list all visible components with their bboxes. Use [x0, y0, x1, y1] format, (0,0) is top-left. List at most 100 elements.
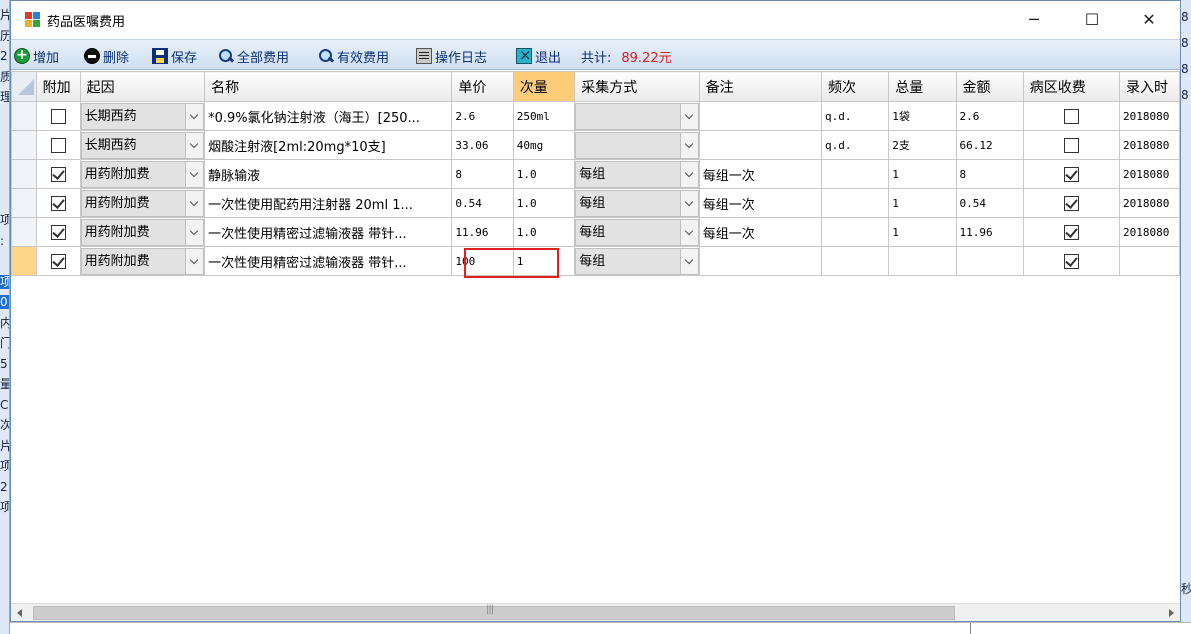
- price-cell[interactable]: 8: [451, 159, 514, 189]
- name-cell[interactable]: 一次性使用精密过滤输液器 带针...: [204, 217, 453, 247]
- entry-time-cell[interactable]: 2018080: [1119, 130, 1180, 160]
- addon-checkbox[interactable]: [50, 224, 66, 240]
- name-cell[interactable]: 一次性使用精密过滤输液器 带针...: [204, 246, 453, 276]
- dose-cell[interactable]: 40mg: [512, 130, 576, 160]
- dose-cell[interactable]: 1.0: [512, 217, 576, 247]
- addon-checkbox[interactable]: [50, 137, 66, 153]
- column-header-cause[interactable]: 起因: [79, 71, 206, 102]
- amount-cell[interactable]: 0.54: [955, 188, 1024, 218]
- scroll-left-icon[interactable]: [11, 604, 29, 622]
- table-row[interactable]: 长期西药 烟酸注射液[2ml:20mg*10支] 33.06 40mg q.d. 2支 66…: [11, 130, 1180, 160]
- table-row[interactable]: 长期西药 *0.9%氯化钠注射液（海王）[250... 2.6 250ml q.d. 1袋…: [11, 101, 1180, 131]
- delete-button[interactable]: 删除: [84, 46, 129, 66]
- table-row[interactable]: 用药附加费 静脉输液 8 1.0 每组 每组一次 1 8 2018080: [11, 159, 1180, 189]
- addon-checkbox[interactable]: [50, 195, 66, 211]
- frequency-cell[interactable]: [820, 159, 890, 189]
- chevron-down-icon[interactable]: [679, 103, 698, 129]
- name-cell[interactable]: 静脉输液: [204, 159, 453, 189]
- collection-method-dropdown[interactable]: [575, 102, 699, 130]
- note-cell[interactable]: [698, 130, 822, 160]
- total-cell[interactable]: 1: [888, 159, 957, 189]
- frequency-cell[interactable]: [820, 217, 890, 247]
- note-cell[interactable]: 每组一次: [698, 217, 822, 247]
- cause-dropdown[interactable]: 长期西药: [81, 131, 204, 159]
- cause-dropdown[interactable]: 用药附加费: [81, 218, 204, 246]
- column-header-entry-time[interactable]: 录入时: [1119, 71, 1180, 102]
- column-header-method[interactable]: 采集方式: [574, 71, 700, 102]
- price-cell[interactable]: 11.96: [451, 217, 514, 247]
- ward-fee-checkbox[interactable]: [1063, 253, 1079, 269]
- row-header[interactable]: [11, 217, 37, 247]
- dose-cell[interactable]: 250ml: [512, 101, 576, 131]
- row-header[interactable]: [11, 130, 37, 160]
- horizontal-scrollbar[interactable]: [11, 603, 1180, 621]
- dose-cell[interactable]: 1.0: [512, 188, 576, 218]
- operation-log-button[interactable]: 操作日志: [416, 46, 487, 66]
- collection-method-dropdown[interactable]: 每组: [575, 247, 699, 275]
- amount-cell[interactable]: 11.96: [955, 217, 1024, 247]
- addon-checkbox[interactable]: [50, 108, 66, 124]
- note-cell[interactable]: 每组一次: [698, 159, 822, 189]
- entry-time-cell[interactable]: 2018080: [1119, 217, 1180, 247]
- column-header-frequency[interactable]: 频次: [820, 71, 890, 102]
- name-cell[interactable]: 一次性使用配药用注射器 20ml 1...: [204, 188, 453, 218]
- collection-method-dropdown[interactable]: 每组: [575, 160, 699, 188]
- entry-time-cell[interactable]: 2018080: [1119, 159, 1180, 189]
- total-cell[interactable]: 1: [888, 217, 957, 247]
- dose-cell[interactable]: 1: [512, 246, 576, 276]
- select-all-corner[interactable]: [11, 71, 37, 102]
- addon-checkbox[interactable]: [50, 253, 66, 269]
- chevron-down-icon[interactable]: [185, 248, 204, 274]
- chevron-down-icon[interactable]: [679, 248, 698, 274]
- price-cell[interactable]: 2.6: [451, 101, 514, 131]
- column-header-note[interactable]: 备注: [698, 71, 822, 102]
- total-cell[interactable]: [888, 246, 957, 276]
- cause-dropdown[interactable]: 用药附加费: [81, 160, 204, 188]
- frequency-cell[interactable]: [820, 246, 890, 276]
- row-header[interactable]: [11, 246, 37, 276]
- scroll-thumb[interactable]: [33, 604, 955, 620]
- chevron-down-icon[interactable]: [679, 161, 698, 187]
- entry-time-cell[interactable]: 2018080: [1119, 188, 1180, 218]
- chevron-down-icon[interactable]: [185, 103, 204, 129]
- column-header-price[interactable]: 单价: [451, 71, 514, 102]
- name-cell[interactable]: 烟酸注射液[2ml:20mg*10支]: [204, 130, 453, 160]
- chevron-down-icon[interactable]: [185, 161, 204, 187]
- row-header[interactable]: [11, 188, 37, 218]
- price-cell[interactable]: 0.54: [451, 188, 514, 218]
- frequency-cell[interactable]: q.d.: [820, 130, 890, 160]
- maximize-button[interactable]: ☐: [1069, 1, 1115, 39]
- total-cell[interactable]: 2支: [888, 130, 957, 160]
- total-cell[interactable]: 1: [888, 188, 957, 218]
- title-bar[interactable]: 药品医嘱费用 ─ ☐ ✕: [11, 1, 1180, 39]
- name-cell[interactable]: *0.9%氯化钠注射液（海王）[250...: [204, 101, 453, 131]
- chevron-down-icon[interactable]: [185, 190, 204, 216]
- column-header-name[interactable]: 名称: [204, 71, 453, 102]
- chevron-down-icon[interactable]: [185, 132, 204, 158]
- all-fees-button[interactable]: 全部费用: [218, 46, 289, 66]
- amount-cell[interactable]: [955, 246, 1024, 276]
- note-cell[interactable]: 每组一次: [698, 188, 822, 218]
- ward-fee-checkbox[interactable]: [1063, 137, 1079, 153]
- ward-fee-checkbox[interactable]: [1063, 224, 1079, 240]
- table-row[interactable]: 用药附加费 一次性使用配药用注射器 20ml 1... 0.54 1.0 每组 每组一次 1…: [11, 188, 1180, 218]
- entry-time-cell[interactable]: [1119, 246, 1180, 276]
- note-cell[interactable]: [698, 101, 822, 131]
- ward-fee-checkbox[interactable]: [1063, 195, 1079, 211]
- dose-cell[interactable]: 1.0: [512, 159, 576, 189]
- collection-method-dropdown[interactable]: [575, 131, 699, 159]
- frequency-cell[interactable]: [820, 188, 890, 218]
- entry-time-cell[interactable]: 2018080: [1119, 101, 1180, 131]
- add-button[interactable]: + 增加: [14, 46, 59, 66]
- save-button[interactable]: 保存: [152, 46, 197, 66]
- price-cell[interactable]: 33.06: [451, 130, 514, 160]
- chevron-down-icon[interactable]: [679, 132, 698, 158]
- fee-grid[interactable]: 附加 起因 名称 单价 次量 采集方式 备注 频次 总量 金额 病区收费 录入时…: [11, 71, 1180, 603]
- close-button[interactable]: ✕: [1126, 1, 1172, 39]
- valid-fees-button[interactable]: 有效费用: [318, 46, 389, 66]
- addon-checkbox[interactable]: [50, 166, 66, 182]
- amount-cell[interactable]: 8: [955, 159, 1024, 189]
- scroll-right-icon[interactable]: [1162, 604, 1180, 622]
- cause-dropdown[interactable]: 用药附加费: [81, 247, 204, 275]
- column-header-ward-fee[interactable]: 病区收费: [1022, 71, 1121, 102]
